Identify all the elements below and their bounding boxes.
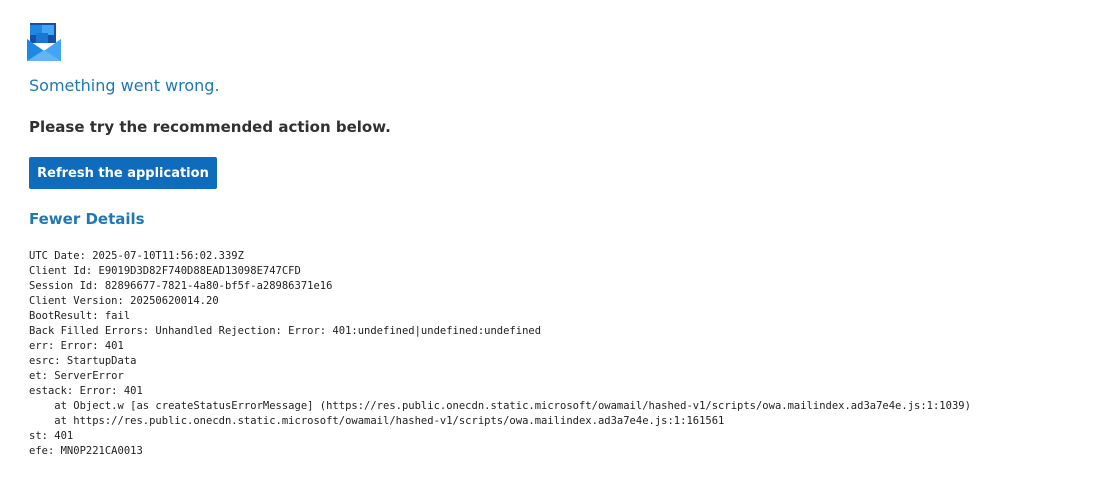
detail-line: UTC Date: 2025-07-10T11:56:02.339Z	[29, 250, 244, 262]
refresh-application-button[interactable]: Refresh the application	[29, 157, 217, 189]
detail-line: at https://res.public.onecdn.static.micr…	[29, 415, 725, 427]
detail-line: estack: Error: 401	[29, 385, 143, 397]
error-subhead: Please try the recommended action below.	[29, 118, 391, 136]
fewer-details-link[interactable]: Fewer Details	[29, 210, 145, 228]
detail-line: st: 401	[29, 430, 74, 442]
detail-line: efe: MN0P221CA0013	[29, 445, 143, 457]
detail-line: et: ServerError	[29, 370, 124, 382]
detail-line: Session Id: 82896677-7821-4a80-bf5f-a289…	[29, 280, 333, 292]
detail-line: err: Error: 401	[29, 340, 124, 352]
detail-line: BootResult: fail	[29, 310, 131, 322]
detail-line: esrc: StartupData	[29, 355, 137, 367]
detail-line: Client Version: 20250620014.20	[29, 295, 219, 307]
error-headline: Something went wrong.	[29, 76, 220, 95]
detail-line: Client Id: E9019D3D82F740D88EAD13098E747…	[29, 265, 301, 277]
error-details-block: UTC Date: 2025-07-10T11:56:02.339Z Client…	[29, 249, 971, 459]
detail-line: at Object.w [as createStatusErrorMessage…	[29, 400, 971, 412]
detail-line: Back Filled Errors: Unhandled Rejection:…	[29, 325, 542, 337]
outlook-envelope-icon	[27, 23, 61, 61]
